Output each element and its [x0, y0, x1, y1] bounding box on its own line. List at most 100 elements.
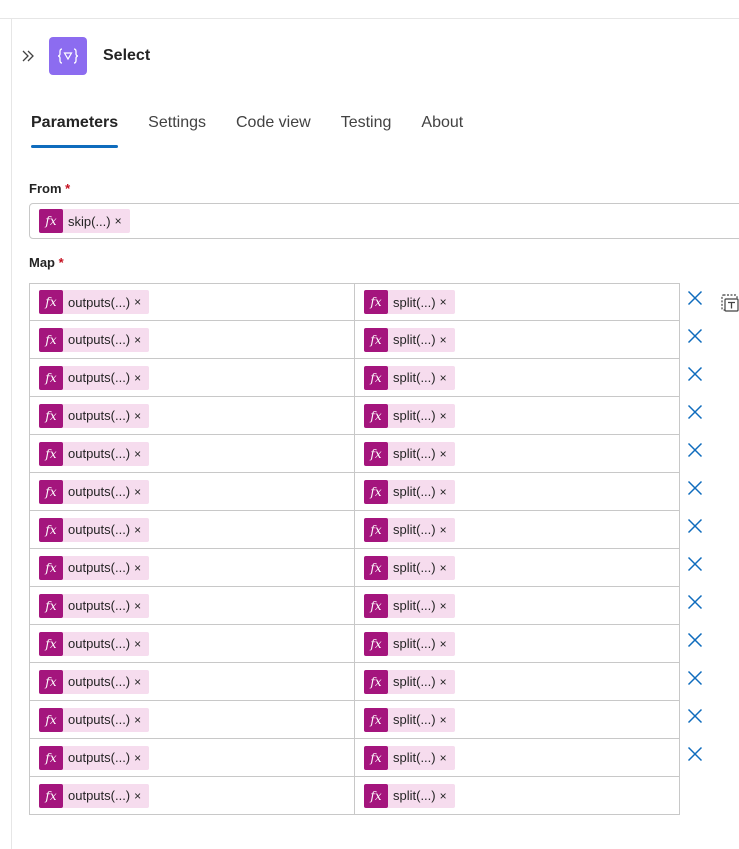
token-remove-icon[interactable]: × [134, 447, 141, 461]
token-remove-icon[interactable]: × [440, 523, 447, 537]
map-value-input[interactable]: fx split(...) × [355, 663, 680, 701]
token-remove-icon[interactable]: × [440, 561, 447, 575]
expression-token[interactable]: fx outputs(...) × [39, 327, 150, 352]
map-key-input[interactable]: fx outputs(...) × [29, 359, 355, 397]
expression-token[interactable]: fx outputs(...) × [39, 365, 150, 390]
token-remove-icon[interactable]: × [134, 789, 141, 803]
expression-token[interactable]: fx split(...) × [364, 631, 455, 656]
map-key-input[interactable]: fx outputs(...) × [29, 625, 355, 663]
token-remove-icon[interactable]: × [440, 333, 447, 347]
delete-row-close-icon[interactable] [686, 403, 704, 421]
expression-token[interactable]: fx outputs(...) × [39, 441, 150, 466]
token-remove-icon[interactable]: × [134, 295, 141, 309]
map-value-input[interactable]: fx split(...) × [355, 625, 680, 663]
map-key-input[interactable]: fx outputs(...) × [29, 777, 355, 815]
map-value-input[interactable]: fx split(...) × [355, 701, 680, 739]
delete-row-close-icon[interactable] [686, 555, 704, 573]
token-remove-icon[interactable]: × [440, 675, 447, 689]
expression-token[interactable]: fx split(...) × [364, 669, 455, 694]
token-remove-icon[interactable]: × [440, 751, 447, 765]
map-key-input[interactable]: fx outputs(...) × [29, 435, 355, 473]
tab-settings[interactable]: Settings [148, 110, 206, 148]
delete-row-close-icon[interactable] [686, 745, 704, 763]
delete-row-close-icon[interactable] [686, 327, 704, 345]
expression-token[interactable]: fx outputs(...) × [39, 290, 150, 314]
expression-token[interactable]: fx outputs(...) × [39, 517, 150, 542]
tab-about[interactable]: About [421, 110, 463, 148]
map-key-input[interactable]: fx outputs(...) × [29, 739, 355, 777]
delete-row-close-icon[interactable] [686, 517, 704, 535]
delete-row-close-icon[interactable] [686, 669, 704, 687]
tab-testing[interactable]: Testing [341, 110, 392, 148]
expression-token[interactable]: fx outputs(...) × [39, 783, 150, 808]
delete-row-close-icon[interactable] [686, 479, 704, 497]
map-key-input[interactable]: fx outputs(...) × [29, 549, 355, 587]
tab-parameters[interactable]: Parameters [31, 110, 119, 148]
expression-token[interactable]: fx split(...) × [364, 707, 455, 732]
map-key-input[interactable]: fx outputs(...) × [29, 397, 355, 435]
token-remove-icon[interactable]: × [440, 447, 447, 461]
map-value-input[interactable]: fx split(...) × [355, 435, 680, 473]
expression-token[interactable]: fx split(...) × [364, 403, 455, 428]
token-remove-icon[interactable]: × [440, 789, 447, 803]
expression-token[interactable]: fx outputs(...) × [39, 745, 150, 770]
map-key-input[interactable]: fx outputs(...) × [29, 587, 355, 625]
map-value-input[interactable]: fx split(...) × [355, 739, 680, 777]
expression-token[interactable]: fx outputs(...) × [39, 707, 150, 732]
map-value-input[interactable]: fx split(...) × [355, 511, 680, 549]
tab-code-view[interactable]: Code view [236, 110, 311, 148]
token-remove-icon[interactable]: × [134, 637, 141, 651]
map-value-input[interactable]: fx split(...) × [355, 321, 680, 359]
token-remove-icon[interactable]: × [134, 371, 141, 385]
expression-token[interactable]: fx split(...) × [364, 783, 455, 808]
token-remove-icon[interactable]: × [440, 713, 447, 727]
map-value-input[interactable]: fx split(...) × [355, 283, 680, 321]
delete-row-close-icon[interactable] [686, 441, 704, 459]
token-remove-icon[interactable]: × [134, 751, 141, 765]
token-remove-icon[interactable]: × [134, 561, 141, 575]
expression-token[interactable]: fx split(...) × [364, 517, 455, 542]
token-remove-icon[interactable]: × [440, 295, 447, 309]
map-value-input[interactable]: fx split(...) × [355, 473, 680, 511]
delete-row-close-icon[interactable] [686, 289, 704, 307]
token-remove-icon[interactable]: × [440, 371, 447, 385]
map-key-input[interactable]: fx outputs(...) × [29, 283, 355, 321]
expression-token[interactable]: fx outputs(...) × [39, 631, 150, 656]
from-input[interactable]: fx skip(...) × [29, 203, 739, 239]
map-key-input[interactable]: fx outputs(...) × [29, 701, 355, 739]
expression-token[interactable]: fx outputs(...) × [39, 479, 150, 504]
token-remove-icon[interactable]: × [134, 599, 141, 613]
token-remove-icon[interactable]: × [134, 409, 141, 423]
expression-token[interactable]: fx split(...) × [364, 555, 455, 580]
map-value-input[interactable]: fx split(...) × [355, 549, 680, 587]
map-key-input[interactable]: fx outputs(...) × [29, 473, 355, 511]
token-remove-icon[interactable]: × [440, 485, 447, 499]
delete-row-close-icon[interactable] [686, 593, 704, 611]
expression-token[interactable]: fx split(...) × [364, 327, 455, 352]
map-value-input[interactable]: fx split(...) × [355, 777, 680, 815]
delete-row-close-icon[interactable] [686, 707, 704, 725]
map-value-input[interactable]: fx split(...) × [355, 587, 680, 625]
map-key-input[interactable]: fx outputs(...) × [29, 511, 355, 549]
map-key-input[interactable]: fx outputs(...) × [29, 663, 355, 701]
expression-token[interactable]: fx split(...) × [364, 365, 455, 390]
expression-token[interactable]: fx split(...) × [364, 441, 455, 466]
expression-token[interactable]: fx outputs(...) × [39, 669, 150, 694]
token-remove-icon[interactable]: × [134, 523, 141, 537]
expression-token[interactable]: fx skip(...) × [39, 209, 130, 233]
expression-token[interactable]: fx split(...) × [364, 745, 455, 770]
token-remove-icon[interactable]: × [440, 409, 447, 423]
map-value-input[interactable]: fx split(...) × [355, 359, 680, 397]
map-key-input[interactable]: fx outputs(...) × [29, 321, 355, 359]
token-remove-icon[interactable]: × [134, 485, 141, 499]
token-remove-icon[interactable]: × [440, 599, 447, 613]
delete-row-close-icon[interactable] [686, 631, 704, 649]
delete-row-close-icon[interactable] [686, 365, 704, 383]
token-remove-icon[interactable]: × [134, 333, 141, 347]
expression-token[interactable]: fx outputs(...) × [39, 593, 150, 618]
token-remove-icon[interactable]: × [134, 713, 141, 727]
expression-token[interactable]: fx outputs(...) × [39, 403, 150, 428]
expression-token[interactable]: fx split(...) × [364, 290, 455, 314]
token-remove-icon[interactable]: × [440, 637, 447, 651]
switch-to-text-mode-icon[interactable] [719, 292, 739, 314]
